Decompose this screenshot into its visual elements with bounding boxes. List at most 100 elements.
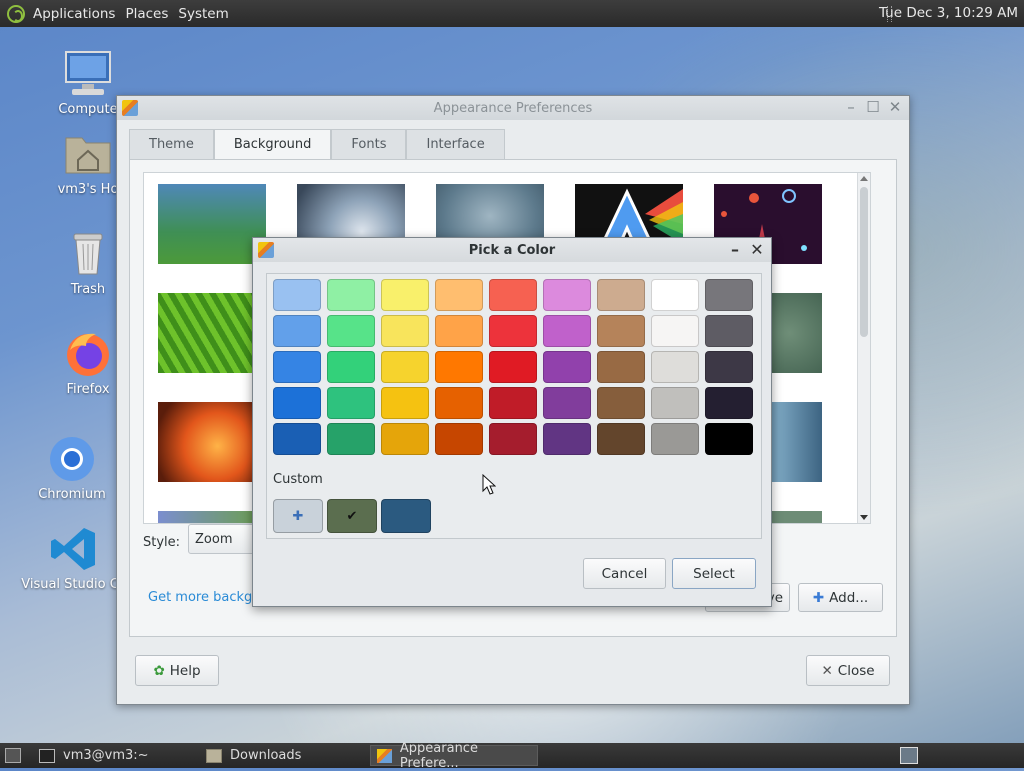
color-swatch[interactable] [435,423,483,455]
minimize-icon[interactable]: – [843,98,859,116]
color-swatch[interactable] [327,315,375,347]
show-desktop-icon [5,748,21,763]
color-swatch[interactable] [543,387,591,419]
desktop-icon-vscode[interactable]: Visual Studio Co [19,525,129,592]
color-swatch[interactable] [273,423,321,455]
color-dialog-titlebar[interactable]: Pick a Color – ✕ [253,238,771,262]
color-swatch[interactable] [705,387,753,419]
color-swatch[interactable] [435,387,483,419]
desktop-icon-chromium[interactable]: Chromium [17,435,127,502]
close-icon[interactable]: ✕ [749,240,765,259]
maximize-icon[interactable]: ☐ [865,98,881,116]
add-custom-color-button[interactable]: ✚ [273,499,323,533]
color-swatch[interactable] [543,423,591,455]
color-palette: Custom ✚ ✔ [266,273,762,539]
color-swatch[interactable] [435,315,483,347]
custom-color-swatch[interactable] [381,499,431,533]
color-swatch[interactable] [381,387,429,419]
color-swatch[interactable] [381,423,429,455]
color-swatch[interactable] [273,351,321,383]
minimize-icon[interactable]: – [727,240,743,259]
color-swatch[interactable] [543,315,591,347]
color-swatch[interactable] [651,423,699,455]
workspace-switcher[interactable] [896,745,922,766]
color-swatch[interactable] [489,423,537,455]
color-swatch[interactable] [327,387,375,419]
places-menu[interactable]: Places [121,6,172,22]
color-swatch[interactable] [489,315,537,347]
color-swatch[interactable] [597,423,645,455]
appearance-tabs: Theme Background Fonts Interface [129,129,505,160]
color-swatch[interactable] [597,279,645,311]
color-swatch[interactable] [381,315,429,347]
select-button[interactable]: Select [672,558,756,589]
task-downloads[interactable]: Downloads [200,745,370,766]
color-swatch[interactable] [273,315,321,347]
background-thumbnail[interactable] [158,184,266,264]
color-swatch[interactable] [705,423,753,455]
task-appearance[interactable]: Appearance Prefere... [370,741,538,771]
add-button[interactable]: ✚ Add... [798,583,883,612]
style-label: Style: [143,535,181,550]
applications-menu[interactable]: Applications [29,6,119,22]
clock[interactable]: Tue Dec 3, 10:29 AM [879,5,1018,21]
plus-icon: ✚ [292,508,304,524]
color-swatch[interactable] [327,351,375,383]
color-swatch[interactable] [381,351,429,383]
background-thumbnail[interactable] [158,511,266,523]
vscode-icon [50,525,98,573]
background-thumbnail[interactable] [158,402,266,482]
distro-logo-icon[interactable] [7,4,25,23]
color-swatch[interactable] [489,351,537,383]
color-swatch[interactable] [489,279,537,311]
custom-color-swatch-selected[interactable]: ✔ [327,499,377,533]
thumbnail-scrollbar[interactable] [857,173,870,523]
appearance-task-icon [377,748,392,763]
scrollbar-thumb[interactable] [860,187,868,337]
background-thumbnail[interactable] [158,293,266,373]
color-swatch[interactable] [651,351,699,383]
color-swatch[interactable] [597,351,645,383]
appearance-titlebar[interactable]: Appearance Preferences – ☐ ✕ [117,96,909,120]
tab-interface[interactable]: Interface [406,129,505,159]
task-terminal[interactable]: vm3@vm3:~ [33,745,203,766]
color-swatch[interactable] [435,279,483,311]
color-swatch[interactable] [381,279,429,311]
tab-theme[interactable]: Theme [129,129,214,159]
cancel-button[interactable]: Cancel [583,558,666,589]
color-swatch[interactable] [273,387,321,419]
close-button-icon: ✕ [821,662,833,679]
help-icon: ✿ [153,662,165,679]
folder-icon [206,748,222,763]
color-swatch[interactable] [543,351,591,383]
color-swatch[interactable] [705,279,753,311]
help-button-label: Help [169,662,201,679]
close-icon[interactable]: ✕ [887,98,903,116]
color-swatch[interactable] [273,279,321,311]
color-swatch[interactable] [543,279,591,311]
color-swatch[interactable] [597,387,645,419]
color-swatch[interactable] [327,423,375,455]
scroll-up-icon[interactable] [860,176,868,181]
color-swatch[interactable] [705,351,753,383]
close-button-label: Close [837,662,875,679]
checkmark-icon: ✔ [346,508,358,524]
color-swatch[interactable] [651,315,699,347]
scroll-down-icon[interactable] [860,515,868,520]
color-swatch[interactable] [651,279,699,311]
appearance-title: Appearance Preferences [433,100,593,116]
chromium-icon [48,435,96,483]
color-swatch[interactable] [489,387,537,419]
color-swatch[interactable] [705,315,753,347]
tab-fonts[interactable]: Fonts [331,129,407,159]
help-button[interactable]: ✿ Help [135,655,219,686]
color-swatch[interactable] [327,279,375,311]
system-menu[interactable]: System [174,6,232,22]
show-desktop-button[interactable] [2,745,24,766]
custom-label: Custom [273,472,323,487]
color-swatch[interactable] [597,315,645,347]
tab-background[interactable]: Background [213,129,332,160]
close-button[interactable]: ✕ Close [806,655,890,686]
color-swatch[interactable] [435,351,483,383]
color-swatch[interactable] [651,387,699,419]
